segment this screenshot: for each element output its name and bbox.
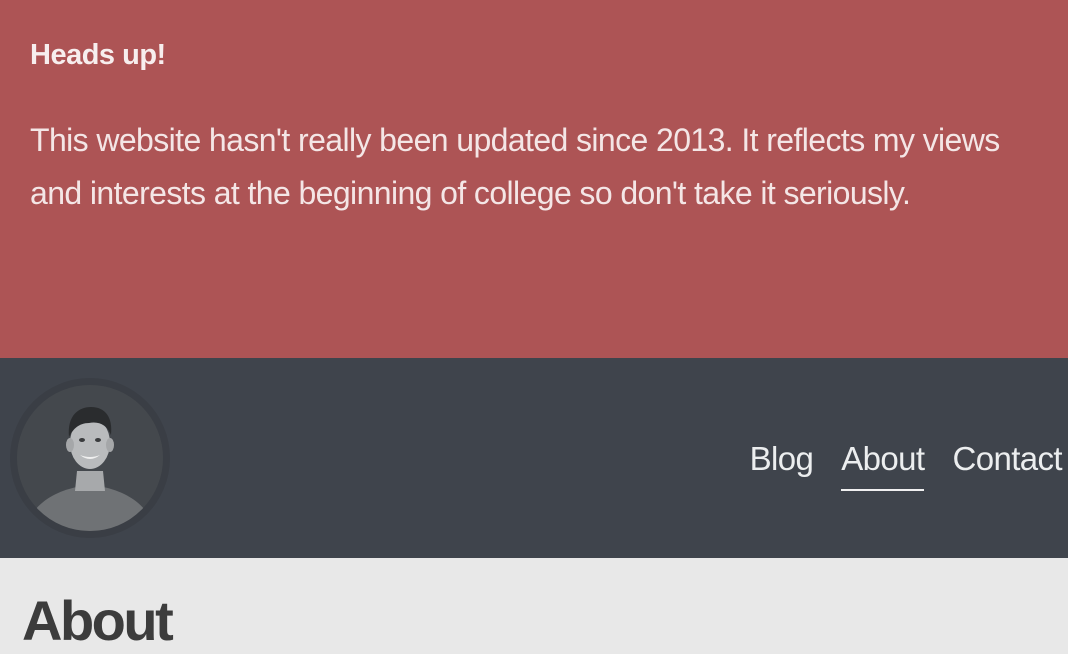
nav-item-contact[interactable]: Contact <box>952 438 1062 489</box>
main-content: About <box>0 558 1068 654</box>
avatar[interactable] <box>10 378 170 538</box>
nav-item-about[interactable]: About <box>841 438 925 491</box>
alert-body: This website hasn't really been updated … <box>30 122 1000 211</box>
page-title: About <box>22 589 174 652</box>
alert-heading: Heads up! <box>30 39 166 71</box>
nav-item-blog[interactable]: Blog <box>750 438 814 489</box>
site-header: Blog About Contact <box>0 358 1068 558</box>
deprecation-alert: Heads up! This website hasn't really bee… <box>0 0 1068 358</box>
profile-photo-icon <box>17 385 163 531</box>
main-nav: Blog About Contact <box>722 438 1063 491</box>
